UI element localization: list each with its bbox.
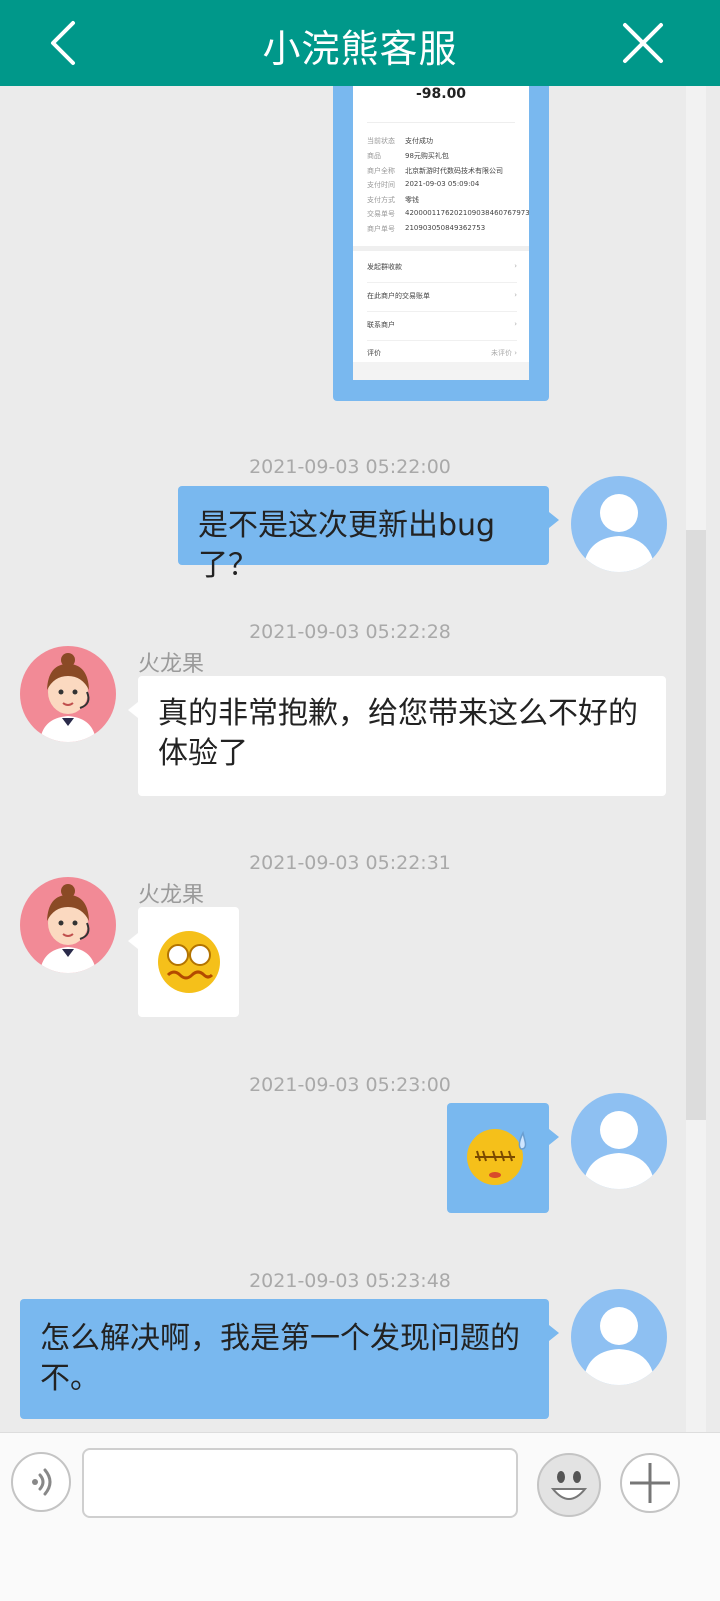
- emoji-button[interactable]: [537, 1453, 601, 1517]
- divider: [367, 122, 515, 123]
- voice-button[interactable]: [11, 1452, 71, 1512]
- receipt-image-message[interactable]: -98.00 当前状态 支付成功 商品 98元购买礼包 商户全称 北京新游时代数码技术…: [333, 86, 549, 401]
- receipt-link: 在此商户的交易账单 ›: [367, 291, 517, 312]
- sender-name: 火龙果: [138, 652, 205, 677]
- user-silhouette-icon: [571, 1093, 667, 1189]
- bubble-tail: [128, 702, 138, 718]
- user-silhouette-icon: [571, 1289, 667, 1385]
- message-timestamp: 2021-09-03 05:23:48: [249, 1270, 451, 1292]
- bubble-tail: [128, 933, 138, 949]
- message-timestamp: 2021-09-03 05:23:00: [249, 1074, 451, 1096]
- receipt-screenshot: -98.00 当前状态 支付成功 商品 98元购买礼包 商户全称 北京新游时代数码技术…: [353, 86, 529, 380]
- agent-message-bubble[interactable]: 真的非常抱歉，给您带来这么不好的体验了: [138, 676, 666, 796]
- message-timestamp: 2021-09-03 05:22:31: [249, 852, 451, 874]
- plus-icon: [630, 1463, 670, 1503]
- receipt-nav-bar: [353, 362, 529, 380]
- receipt-row: 商户单号 210903050849362753: [367, 224, 486, 233]
- agent-headset-avatar-icon: [20, 646, 116, 742]
- message-timestamp: 2021-09-03 05:22:28: [249, 621, 451, 643]
- receipt-row: 当前状态 支付成功: [367, 137, 433, 145]
- receipt-row: 商品 98元购买礼包: [367, 152, 449, 160]
- receipt-link: 联系商户 ›: [367, 320, 517, 341]
- user-avatar[interactable]: [571, 1289, 667, 1385]
- bubble-tail: [549, 1129, 559, 1145]
- agent-avatar[interactable]: [20, 646, 116, 742]
- chat-scrollbar[interactable]: [686, 86, 706, 1433]
- plus-button[interactable]: [620, 1453, 680, 1513]
- receipt-row: 支付时间 2021-09-03 05:09:04: [367, 180, 480, 189]
- receipt-row: 交易单号 4200001176202109038460767973: [367, 209, 529, 218]
- receipt-amount: -98.00: [415, 86, 467, 102]
- header-bar: 小浣熊客服: [0, 0, 720, 86]
- worried-face-sticker-icon: [158, 931, 220, 993]
- my-message-bubble[interactable]: 怎么解决啊，我是第一个发现问题的不。: [20, 1299, 549, 1419]
- receipt-row: 商户全称 北京新游时代数码技术有限公司: [367, 167, 503, 175]
- user-silhouette-icon: [571, 476, 667, 572]
- user-avatar[interactable]: [571, 476, 667, 572]
- agent-sticker-bubble[interactable]: [138, 907, 239, 1017]
- message-timestamp: 2021-09-03 05:22:00: [249, 456, 451, 478]
- input-bar: [0, 1432, 720, 1601]
- receipt-row: 支付方式 零钱: [367, 196, 419, 204]
- awkward-sweat-face-sticker-icon: [467, 1129, 527, 1185]
- divider: [353, 246, 529, 251]
- agent-headset-avatar-icon: [20, 877, 116, 973]
- close-button[interactable]: [600, 0, 686, 86]
- message-input[interactable]: [82, 1448, 518, 1518]
- receipt-link: 评价 未评价 ›: [367, 349, 517, 357]
- user-avatar[interactable]: [571, 1093, 667, 1189]
- agent-avatar[interactable]: [20, 877, 116, 973]
- scrollbar-thumb[interactable]: [686, 530, 706, 1120]
- bubble-tail: [549, 512, 559, 528]
- bubble-tail: [549, 1325, 559, 1341]
- sender-name: 火龙果: [138, 883, 205, 908]
- voice-icon: [32, 1468, 52, 1496]
- my-sticker-bubble[interactable]: [447, 1103, 549, 1213]
- receipt-link: 发起群收款 ›: [367, 262, 517, 283]
- my-message-bubble[interactable]: 是不是这次更新出bug了？: [178, 486, 549, 583]
- close-icon: [623, 23, 663, 63]
- emoji-icon: [550, 1471, 588, 1500]
